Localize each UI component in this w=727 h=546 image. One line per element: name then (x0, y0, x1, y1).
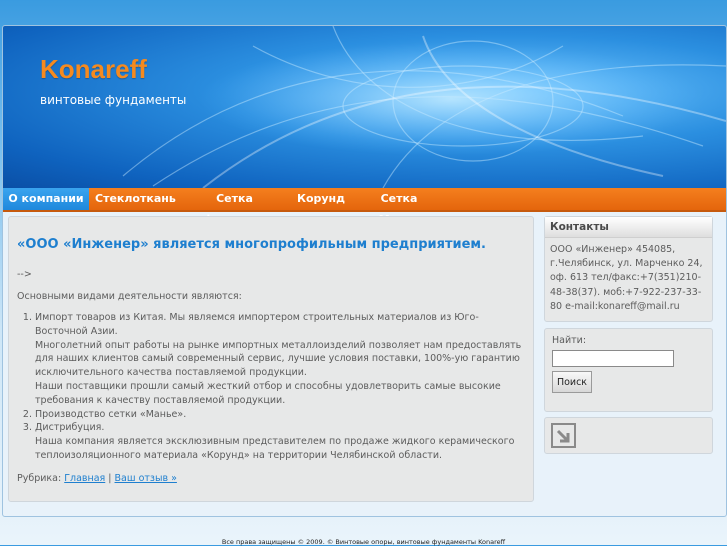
feed-widget (544, 417, 713, 454)
nav-item-facade-mesh[interactable]: Сетка фасадная (184, 188, 285, 226)
list-item-line: Импорт товаров из Китая. Мы являемся имп… (35, 312, 479, 337)
list-item: Производство сетки «Манье». (35, 408, 525, 422)
site-description: винтовые фундаменты (40, 93, 187, 107)
nav-item-manie-mesh[interactable]: Сетка Манье (360, 188, 438, 226)
nav-item-korund[interactable]: Корунд (295, 188, 347, 210)
review-link[interactable]: Ваш отзыв » (115, 473, 177, 484)
stray-text: --> (17, 269, 32, 280)
contacts-widget: Контакты ООО «Инженер» 454085, г.Челябин… (544, 216, 713, 322)
list-item-line: Наши поставщики прошли самый жесткий отб… (35, 380, 501, 406)
search-input[interactable] (552, 350, 674, 367)
main-navigation: О компании Стеклоткань Сетка фасадная Ко… (3, 188, 726, 226)
list-item-line: Производство сетки «Манье». (35, 408, 187, 420)
post-title[interactable]: «ООО «Инженер» является многопрофильным … (17, 237, 486, 252)
site-header: Konareff винтовые фундаменты (3, 26, 726, 188)
main-content: «ООО «Инженер» является многопрофильным … (8, 216, 534, 502)
search-button[interactable]: Поиск (552, 371, 592, 393)
rubric-label: Рубрика: (17, 473, 62, 484)
arrow-out-icon[interactable] (551, 423, 576, 448)
page-container: Konareff винтовые фундаменты О компании … (2, 25, 727, 517)
list-item-line: Многолетний опыт работы на рынке импортн… (35, 339, 522, 379)
site-title[interactable]: Konareff (40, 54, 147, 85)
list-item-line: Дистрибуция. (35, 422, 105, 434)
list-item: Импорт товаров из Китая. Мы являемся имп… (35, 311, 525, 408)
nav-item-fiberglass[interactable]: Стеклоткань (95, 188, 176, 210)
post-intro: Основными видами деятельности являются: (17, 291, 242, 302)
contacts-heading: Контакты (545, 217, 712, 238)
nav-item-about[interactable]: О компании (3, 188, 89, 210)
contacts-text: ООО «Инженер» 454085, г.Челябинск, ул. М… (550, 244, 703, 312)
meta-separator: | (108, 473, 112, 484)
rubric-link[interactable]: Главная (64, 473, 105, 484)
post-meta: Рубрика: Главная | Ваш отзыв » (17, 472, 177, 486)
activity-list: Импорт товаров из Китая. Мы являемся имп… (9, 311, 525, 463)
search-label: Найти: (552, 335, 587, 346)
header-background-swirl (3, 26, 726, 188)
search-widget: Найти: Поиск (544, 328, 713, 412)
list-item-line: Наша компания является эксклюзивным пред… (35, 436, 515, 461)
list-item: Дистрибуция. Наша компания является экск… (35, 421, 525, 462)
